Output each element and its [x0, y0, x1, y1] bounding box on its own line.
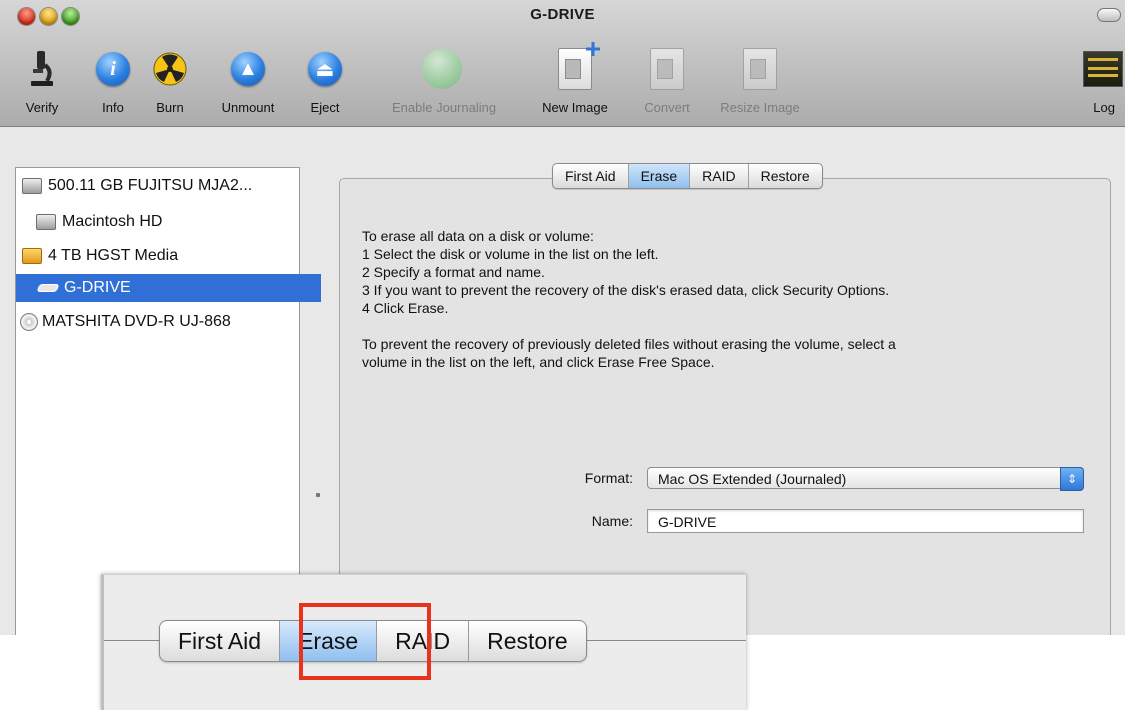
format-select-value: Mac OS Extended (Journaled) — [658, 471, 847, 487]
select-arrows-icon: ⇕ — [1060, 467, 1084, 491]
name-label: Name: — [591, 513, 633, 529]
toolbar-eject-button[interactable]: ⏏ Eject — [305, 48, 345, 122]
toolbar-new-image-button[interactable]: New Image — [542, 42, 608, 122]
instruction-line: 4 Click Erase. — [362, 300, 449, 316]
toolbar-convert-button[interactable]: Convert — [644, 48, 690, 122]
internal-disk-icon — [22, 178, 42, 194]
instruction-line: 2 Specify a format and name. — [362, 264, 545, 280]
sidebar-item-macintosh-hd[interactable]: Macintosh HD — [16, 208, 319, 236]
sidebar-item-hgst-media[interactable]: 4 TB HGST Media — [16, 242, 305, 270]
instruction-line: 3 If you want to prevent the recovery of… — [362, 282, 890, 298]
tab-erase[interactable]: Erase — [628, 164, 691, 188]
eject-icon: ⏏ — [305, 48, 345, 90]
volume-icon — [36, 284, 60, 292]
volume-icon — [36, 214, 56, 230]
sidebar-item-label: G-DRIVE — [64, 279, 131, 296]
zoom-tab-restore[interactable]: Restore — [469, 621, 586, 661]
titlebar-toolbar: G-DRIVE Verify i Info Burn ▲ Unmount ⏏ E… — [0, 0, 1125, 127]
free-space-text-line: volume in the list on the left, and clic… — [362, 354, 715, 370]
format-label: Format: — [584, 470, 633, 486]
toolbar-resize-image-label: Resize Image — [720, 100, 800, 115]
disk-list-sidebar[interactable]: 500.11 GB FUJITSU MJA2... Macintosh HD 4… — [15, 167, 321, 635]
dvd-drive-icon — [20, 313, 38, 331]
tab-raid[interactable]: RAID — [690, 164, 749, 188]
toolbar-verify-button[interactable]: Verify — [22, 48, 62, 122]
sidebar-item-g-drive[interactable]: G-DRIVE — [16, 274, 321, 302]
resize-image-icon — [740, 48, 780, 90]
toolbar-enable-journaling-label: Enable Journaling — [392, 100, 497, 115]
unmount-icon: ▲ — [228, 48, 268, 90]
toolbar-new-image-label: New Image — [542, 100, 608, 115]
microscope-icon — [22, 48, 62, 90]
external-disk-icon — [22, 248, 42, 264]
split-view-handle[interactable] — [316, 493, 320, 497]
toolbar-burn-button[interactable]: Burn — [150, 48, 190, 122]
log-icon — [1082, 48, 1123, 90]
journaling-icon — [422, 48, 462, 90]
sidebar-item-label: Macintosh HD — [62, 213, 163, 230]
sidebar-item-label: MATSHITA DVD-R UJ-868 — [42, 313, 231, 330]
toolbar-convert-label: Convert — [644, 100, 690, 115]
sidebar-item-label: 4 TB HGST Media — [48, 247, 179, 264]
convert-icon — [647, 48, 687, 90]
window-title: G-DRIVE — [530, 6, 595, 23]
disk-utility-window: G-DRIVE Verify i Info Burn ▲ Unmount ⏏ E… — [0, 0, 1125, 635]
format-select[interactable]: Mac OS Extended (Journaled) ⇕ — [647, 467, 1084, 491]
toolbar-log-label: Log — [1093, 100, 1115, 115]
sidebar-item-dvd-drive[interactable]: MATSHITA DVD-R UJ-868 — [16, 308, 303, 336]
tab-bar: First Aid Erase RAID Restore — [552, 163, 823, 189]
sidebar-item-fujitsu-disk[interactable]: 500.11 GB FUJITSU MJA2... — [16, 172, 305, 200]
toolbar-log-button[interactable]: Log — [1080, 48, 1125, 122]
zoom-tab-first-aid[interactable]: First Aid — [160, 621, 281, 661]
tab-first-aid[interactable]: First Aid — [553, 164, 629, 188]
sidebar-item-label: 500.11 GB FUJITSU MJA2... — [48, 177, 253, 194]
toolbar-resize-image-button[interactable]: Resize Image — [720, 48, 800, 122]
erase-instructions: To erase all data on a disk or volume: 1… — [362, 227, 1102, 371]
free-space-text-line: To prevent the recovery of previously de… — [362, 336, 896, 352]
toolbar-eject-label: Eject — [310, 100, 340, 115]
tab-restore[interactable]: Restore — [749, 164, 822, 188]
burn-icon — [150, 48, 190, 90]
toolbar-enable-journaling-button[interactable]: Enable Journaling — [392, 48, 496, 122]
instruction-line: 1 Select the disk or volume in the list … — [362, 246, 659, 262]
toolbar-unmount-button[interactable]: ▲ Unmount — [222, 48, 274, 122]
new-image-icon — [555, 42, 600, 90]
info-icon: i — [93, 48, 133, 90]
name-field[interactable]: G-DRIVE — [647, 509, 1084, 533]
instruction-line: To erase all data on a disk or volume: — [362, 228, 594, 244]
erase-highlight-box — [299, 603, 431, 680]
toolbar-toggle-button[interactable] — [1097, 8, 1121, 22]
